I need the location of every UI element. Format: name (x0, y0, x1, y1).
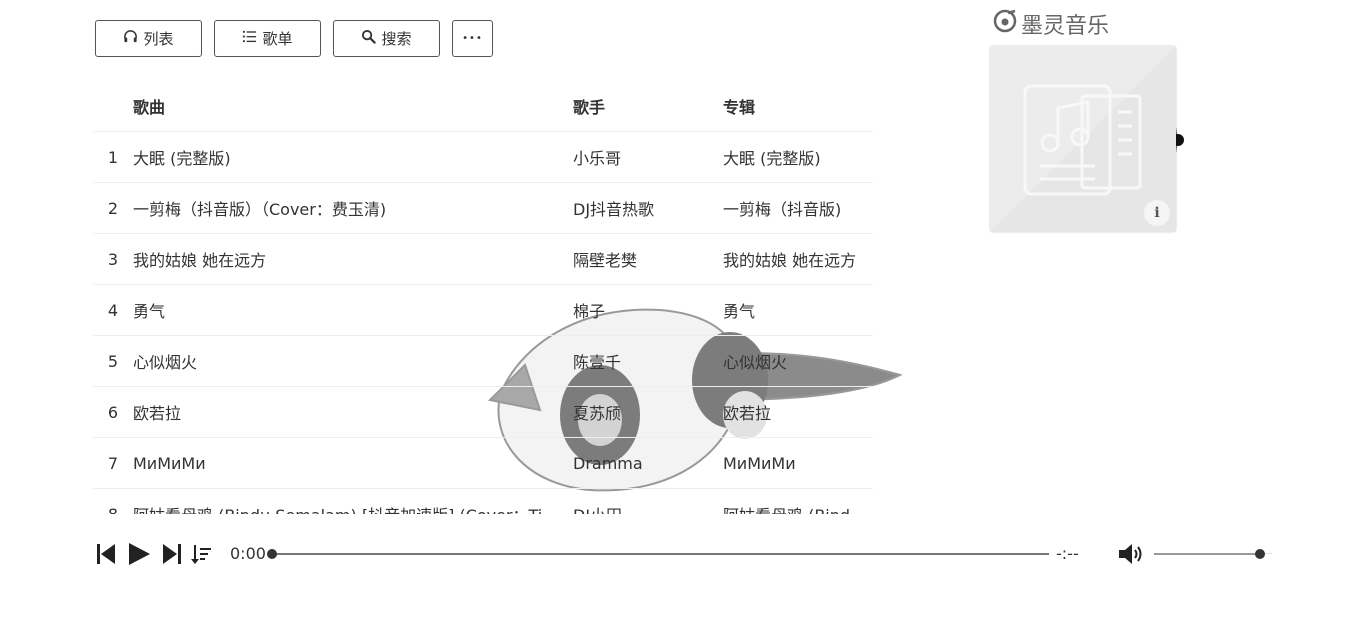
skip-forward-icon[interactable] (161, 541, 185, 567)
row-artist[interactable]: DJ抖音热歌 (573, 196, 723, 220)
skip-back-icon[interactable] (95, 541, 119, 567)
row-artist[interactable]: 陈壹千 (573, 349, 723, 373)
row-num: 3 (107, 249, 119, 269)
row-num: 1 (107, 147, 119, 167)
row-album[interactable]: МиМиМи (723, 454, 873, 473)
row-num: 4 (107, 300, 119, 320)
current-time: 0:00 (230, 544, 266, 563)
playlist-button[interactable]: 歌单 (214, 20, 321, 57)
volume-handle[interactable] (1255, 549, 1266, 559)
row-title[interactable]: 阿姑看母鸡 (Bindu Semalam) [抖音加速版] (Cover：Ti (133, 502, 573, 514)
sort-order-icon[interactable] (191, 541, 215, 567)
table-row[interactable]: 6 欧若拉 夏苏颀 欧若拉 (93, 387, 873, 438)
row-num: 8 (107, 504, 119, 515)
search-button-label: 搜索 (381, 30, 412, 48)
row-num: 2 (107, 198, 119, 218)
header-title: 歌曲 (133, 97, 166, 117)
row-title[interactable]: МиМиМи (133, 454, 573, 473)
more-button[interactable]: ••• (452, 20, 493, 57)
row-title[interactable]: 一剪梅（抖音版）（Cover：费玉清) (133, 196, 573, 220)
row-artist[interactable]: DJ小田 (573, 502, 723, 514)
info-icon[interactable]: i (1144, 200, 1170, 226)
album-cover: i (990, 46, 1205, 232)
table-row[interactable]: 4 勇气 棉子 勇气 (93, 285, 873, 336)
row-album[interactable]: 阿姑看母鸡 (Bind (723, 502, 873, 514)
row-title[interactable]: 心似烟火 (133, 349, 573, 373)
table-row[interactable]: 7 МиМиМи Dramma МиМиМи (93, 438, 873, 489)
play-icon[interactable] (126, 541, 152, 567)
header-album: 专辑 (723, 97, 756, 117)
headphones-icon (123, 29, 138, 48)
row-artist[interactable]: 棉子 (573, 298, 723, 322)
search-icon (361, 29, 377, 48)
row-title[interactable]: 大眠 (完整版) (133, 145, 573, 169)
volume-fill (1154, 553, 1261, 555)
cover-image: i (990, 46, 1176, 232)
header-artist: 歌手 (573, 97, 606, 117)
table-row[interactable]: 1 大眠 (完整版) 小乐哥 大眠 (完整版) (93, 132, 873, 183)
row-album[interactable]: 欧若拉 (723, 400, 873, 424)
music-note-icon (993, 9, 1017, 39)
row-title[interactable]: 欧若拉 (133, 400, 573, 424)
row-artist[interactable]: 夏苏颀 (573, 400, 723, 424)
table-header: 歌曲 歌手 专辑 (93, 80, 873, 132)
row-artist[interactable]: Dramma (573, 454, 723, 473)
row-num: 5 (107, 351, 119, 371)
table-row[interactable]: 5 心似烟火 陈壹千 心似烟火 (93, 336, 873, 387)
row-artist[interactable]: 隔壁老樊 (573, 247, 723, 271)
row-album[interactable]: 勇气 (723, 298, 873, 322)
toolbar: 列表 歌单 搜索 ••• (95, 20, 493, 57)
row-album[interactable]: 大眠 (完整版) (723, 145, 873, 169)
brand-logo: 墨灵音乐 (993, 8, 1109, 40)
row-album[interactable]: 一剪梅（抖音版) (723, 196, 873, 220)
row-num: 6 (107, 402, 119, 422)
progress-bar[interactable] (267, 549, 1049, 559)
search-button[interactable]: 搜索 (333, 20, 440, 57)
song-table: 歌曲 歌手 专辑 1 大眠 (完整版) 小乐哥 大眠 (完整版) 2 一剪梅（抖… (93, 80, 873, 514)
row-title[interactable]: 勇气 (133, 298, 573, 322)
total-time: -:-- (1056, 544, 1079, 563)
row-album[interactable]: 我的姑娘 她在远方 (723, 247, 873, 271)
table-row[interactable]: 8 阿姑看母鸡 (Bindu Semalam) [抖音加速版] (Cover：T… (93, 489, 873, 515)
table-row[interactable]: 2 一剪梅（抖音版）（Cover：费玉清) DJ抖音热歌 一剪梅（抖音版) (93, 183, 873, 234)
volume-icon[interactable] (1117, 541, 1145, 567)
row-title[interactable]: 我的姑娘 她在远方 (133, 247, 573, 271)
row-artist[interactable]: 小乐哥 (573, 145, 723, 169)
row-album[interactable]: 心似烟火 (723, 349, 873, 373)
list-button[interactable]: 列表 (95, 20, 202, 57)
player-bar: 0:00 -:-- (95, 537, 1275, 571)
progress-handle[interactable] (267, 549, 277, 559)
ellipsis-icon: ••• (462, 33, 483, 44)
row-num: 7 (107, 453, 119, 473)
playlist-button-label: 歌单 (262, 30, 293, 48)
list-icon (242, 29, 257, 48)
list-button-label: 列表 (143, 30, 174, 48)
brand-name: 墨灵音乐 (1021, 14, 1110, 39)
table-row[interactable]: 3 我的姑娘 她在远方 隔壁老樊 我的姑娘 她在远方 (93, 234, 873, 285)
